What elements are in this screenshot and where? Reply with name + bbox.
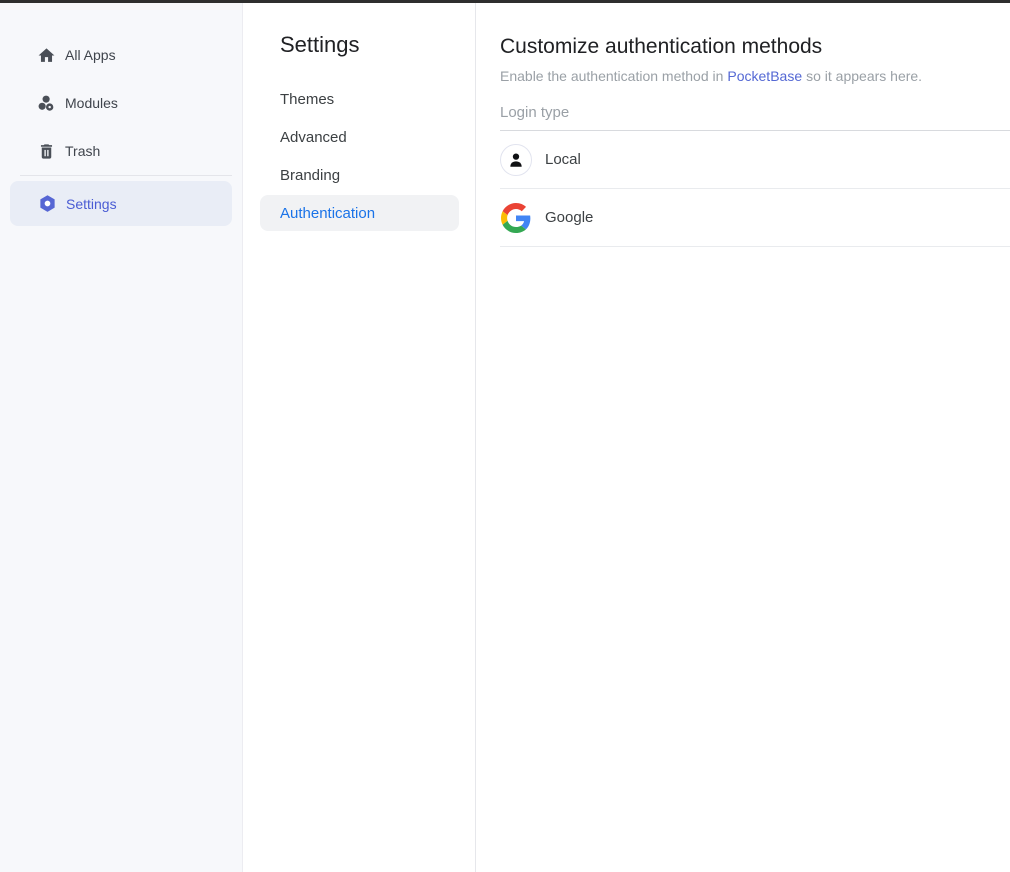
tab-advanced[interactable]: Advanced bbox=[260, 119, 459, 155]
sidebar-nav: All Apps Modules bbox=[0, 31, 242, 226]
authentication-settings-content: Customize authentication methods Enable … bbox=[476, 3, 1010, 872]
sidebar-item-label: Trash bbox=[65, 143, 100, 159]
tab-themes[interactable]: Themes bbox=[260, 81, 459, 117]
sidebar-item-label: Settings bbox=[66, 196, 117, 212]
page-title: Customize authentication methods bbox=[500, 35, 1010, 59]
login-type-label: Google bbox=[545, 209, 593, 226]
google-logo-icon bbox=[500, 202, 532, 234]
settings-subnav: Themes Advanced Branding Authentication bbox=[243, 81, 475, 231]
modules-icon bbox=[37, 94, 56, 113]
settings-subnav-panel: Settings Themes Advanced Branding Authen… bbox=[243, 3, 476, 872]
login-type-row-local[interactable]: Local bbox=[500, 131, 1010, 189]
home-icon bbox=[37, 46, 56, 65]
sidebar-item-modules[interactable]: Modules bbox=[0, 79, 242, 127]
login-type-row-google[interactable]: Google bbox=[500, 189, 1010, 247]
app-root: All Apps Modules bbox=[0, 3, 1010, 872]
subtitle-text: so it appears here. bbox=[806, 68, 922, 84]
person-icon bbox=[500, 144, 532, 176]
sidebar-divider bbox=[20, 175, 232, 176]
login-type-section-label: Login type bbox=[500, 104, 1010, 131]
tab-branding[interactable]: Branding bbox=[260, 157, 459, 193]
settings-hexagon-icon bbox=[38, 194, 57, 213]
login-type-label: Local bbox=[545, 151, 581, 168]
subtitle-text: Enable the authentication method in bbox=[500, 68, 723, 84]
page-subtitle: Enable the authentication method inPocke… bbox=[500, 66, 1010, 86]
sidebar-item-label: Modules bbox=[65, 95, 118, 111]
sidebar-item-label: All Apps bbox=[65, 47, 116, 63]
sidebar-item-settings[interactable]: Settings bbox=[10, 181, 232, 226]
tab-authentication[interactable]: Authentication bbox=[260, 195, 459, 231]
pocketbase-link[interactable]: PocketBase bbox=[727, 68, 802, 84]
sidebar-item-trash[interactable]: Trash bbox=[0, 127, 242, 175]
main-sidebar: All Apps Modules bbox=[0, 3, 243, 872]
trash-icon bbox=[37, 142, 56, 161]
settings-panel-title: Settings bbox=[280, 32, 475, 58]
sidebar-item-all-apps[interactable]: All Apps bbox=[0, 31, 242, 79]
